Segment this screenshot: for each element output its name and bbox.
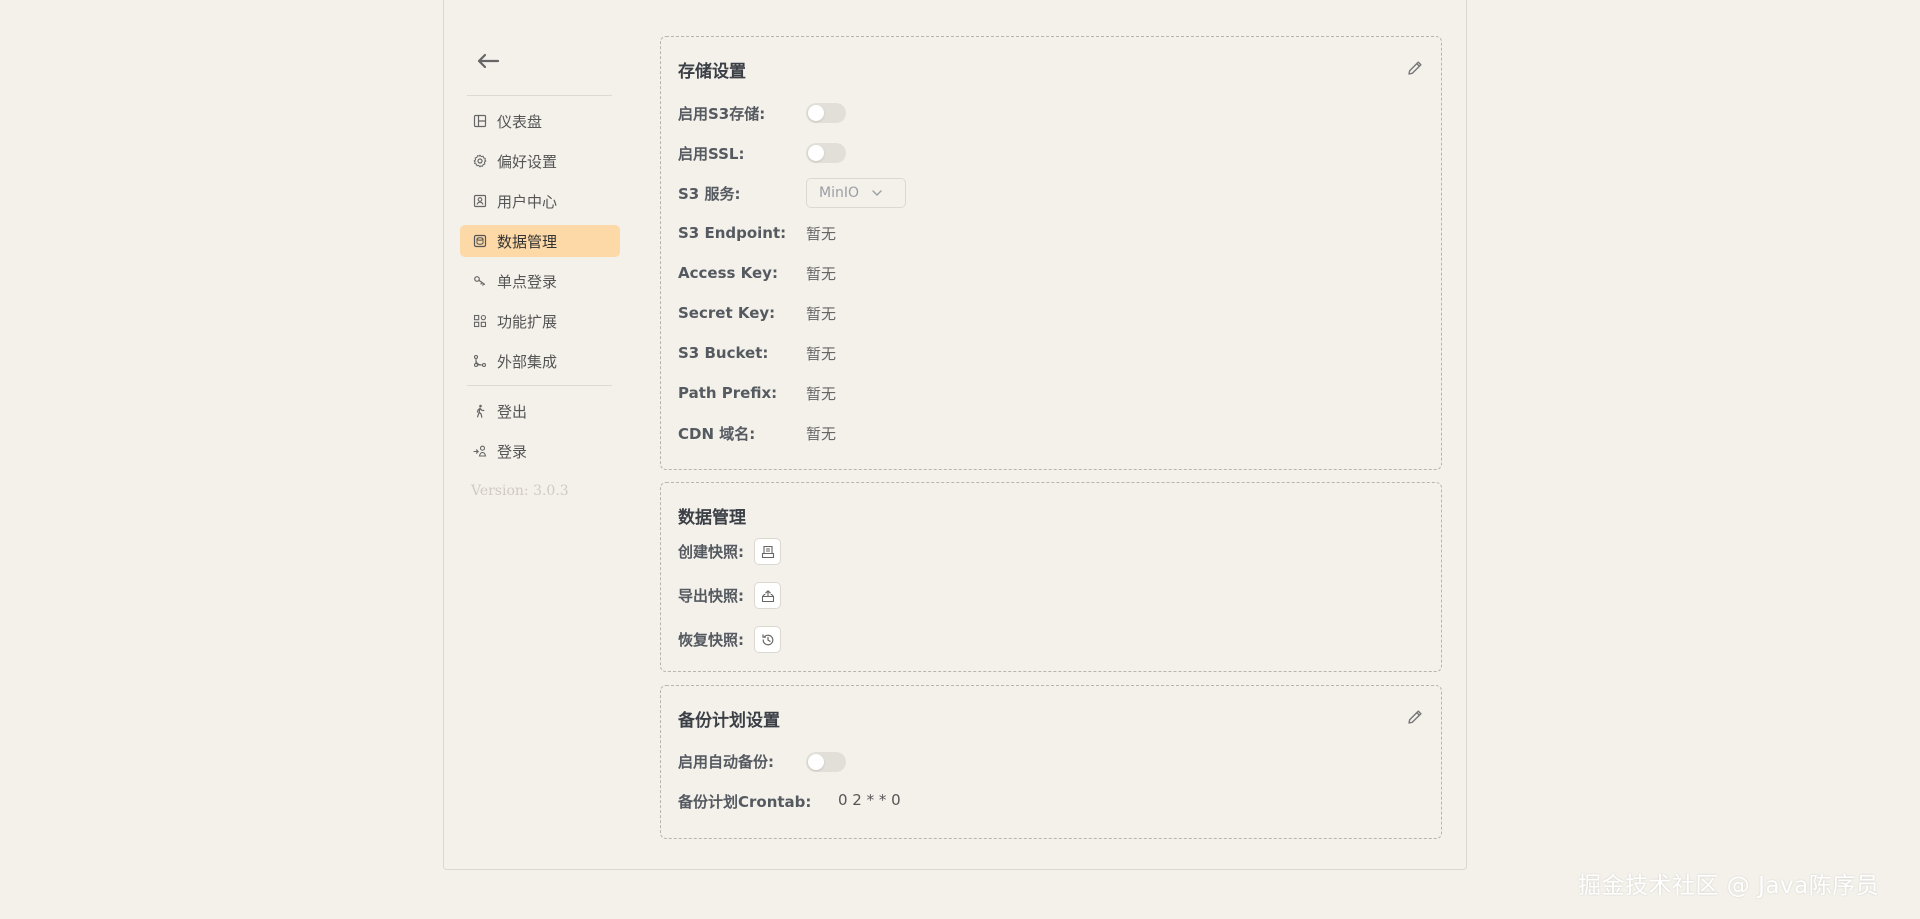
integration-icon: [473, 354, 487, 368]
dashboard-icon: [473, 114, 487, 128]
export-snapshot-button[interactable]: [754, 582, 781, 609]
restore-snapshot-row: 恢复快照:: [678, 625, 744, 653]
create-snapshot-row: 创建快照:: [678, 537, 744, 565]
sidebar-item-preferences[interactable]: 偏好设置: [460, 145, 620, 177]
bucket-value: 暂无: [806, 345, 837, 363]
toggle-knob: [808, 145, 824, 161]
enable-ssl-toggle[interactable]: [806, 143, 846, 163]
chevron-down-icon: [872, 190, 882, 196]
sidebar-item-label: 数据管理: [497, 232, 558, 251]
sidebar-item-label: 外部集成: [497, 352, 558, 371]
sidebar-item-extensions[interactable]: 功能扩展: [460, 305, 620, 337]
sidebar-item-login[interactable]: 登录: [460, 435, 620, 467]
sidebar-item-label: 登录: [497, 442, 528, 461]
access-key-value: 暂无: [806, 265, 837, 283]
sidebar-divider: [467, 95, 612, 96]
endpoint-label: S3 Endpoint:: [678, 224, 787, 242]
enable-s3-label: 启用S3存储:: [678, 104, 766, 123]
watermark: 掘金技术社区 @ Java陈序员: [1578, 873, 1880, 899]
back-arrow-icon[interactable]: [476, 52, 500, 70]
storage-settings-card: 存储设置 启用S3存储: 启用SSL: S3 服务: MinIO S3 Endp…: [660, 36, 1442, 470]
endpoint-value: 暂无: [806, 225, 837, 243]
s3-service-select[interactable]: MinIO: [806, 178, 906, 208]
create-snapshot-label: 创建快照:: [678, 542, 744, 561]
sidebar-item-label: 单点登录: [497, 272, 558, 291]
restore-snapshot-button[interactable]: [754, 626, 781, 653]
gear-icon: [473, 154, 487, 168]
access-key-row: Access Key:: [678, 259, 778, 287]
card-title: 备份计划设置: [678, 711, 780, 731]
sidebar-item-sso[interactable]: 单点登录: [460, 265, 620, 297]
cdn-row: CDN 域名:: [678, 419, 755, 447]
s3-service-row: S3 服务:: [678, 179, 740, 207]
card-title: 存储设置: [678, 62, 746, 82]
edit-pencil-icon[interactable]: [1406, 708, 1424, 726]
cdn-value: 暂无: [806, 425, 837, 443]
toggle-knob: [808, 754, 824, 770]
create-snapshot-button[interactable]: [754, 538, 781, 565]
enable-s3-toggle[interactable]: [806, 103, 846, 123]
sidebar-item-user-center[interactable]: 用户中心: [460, 185, 620, 217]
sidebar-item-label: 偏好设置: [497, 152, 558, 171]
sidebar-item-label: 功能扩展: [497, 312, 558, 331]
s3-service-value: MinIO: [819, 185, 859, 201]
access-key-label: Access Key:: [678, 264, 778, 282]
version-label: Version: 3.0.3: [471, 483, 569, 499]
edit-pencil-icon[interactable]: [1406, 59, 1424, 77]
apps-icon: [473, 314, 487, 328]
crontab-label: 备份计划Crontab:: [678, 792, 812, 811]
login-icon: [473, 444, 487, 458]
auto-backup-row: 启用自动备份:: [678, 747, 774, 775]
enable-s3-row: 启用S3存储:: [678, 99, 765, 127]
auto-backup-toggle[interactable]: [806, 752, 846, 772]
card-title: 数据管理: [678, 508, 746, 528]
data-management-card: 数据管理 创建快照: 导出快照: 恢复快照:: [660, 482, 1442, 672]
snapshot-icon: [761, 545, 774, 558]
s3-service-label: S3 服务:: [678, 184, 741, 203]
walk-icon: [473, 404, 487, 418]
backup-plan-card: 备份计划设置 启用自动备份: 备份计划Crontab: 0 2 * * 0: [660, 685, 1442, 839]
cdn-label: CDN 域名:: [678, 424, 756, 443]
sidebar-divider: [467, 385, 612, 386]
path-prefix-label: Path Prefix:: [678, 384, 778, 402]
key-icon: [473, 274, 487, 288]
enable-ssl-label: 启用SSL:: [678, 144, 745, 163]
export-snapshot-row: 导出快照:: [678, 581, 744, 609]
sidebar-item-dashboard[interactable]: 仪表盘: [460, 105, 620, 137]
sidebar-item-integrations[interactable]: 外部集成: [460, 345, 620, 377]
user-center-icon: [473, 194, 487, 208]
sidebar-item-label: 登出: [497, 402, 528, 421]
export-snapshot-label: 导出快照:: [678, 586, 744, 605]
secret-key-row: Secret Key:: [678, 299, 775, 327]
restore-snapshot-label: 恢复快照:: [678, 630, 744, 649]
enable-ssl-row: 启用SSL:: [678, 139, 745, 167]
history-icon: [761, 633, 773, 645]
crontab-value: 0 2 * * 0: [838, 791, 901, 809]
endpoint-row: S3 Endpoint:: [678, 219, 786, 247]
bucket-label: S3 Bucket:: [678, 344, 769, 362]
export-icon: [761, 589, 774, 602]
path-prefix-value: 暂无: [806, 385, 837, 403]
path-prefix-row: Path Prefix:: [678, 379, 777, 407]
auto-backup-label: 启用自动备份:: [678, 752, 774, 771]
secret-key-label: Secret Key:: [678, 304, 776, 322]
toggle-knob: [808, 105, 824, 121]
crontab-row: 备份计划Crontab:: [678, 787, 811, 815]
sidebar-item-data-management[interactable]: 数据管理: [460, 225, 620, 257]
bucket-row: S3 Bucket:: [678, 339, 768, 367]
database-icon: [473, 234, 487, 248]
sidebar-item-logout[interactable]: 登出: [460, 395, 620, 427]
secret-key-value: 暂无: [806, 305, 837, 323]
sidebar-item-label: 仪表盘: [497, 112, 543, 131]
sidebar-item-label: 用户中心: [497, 192, 558, 211]
